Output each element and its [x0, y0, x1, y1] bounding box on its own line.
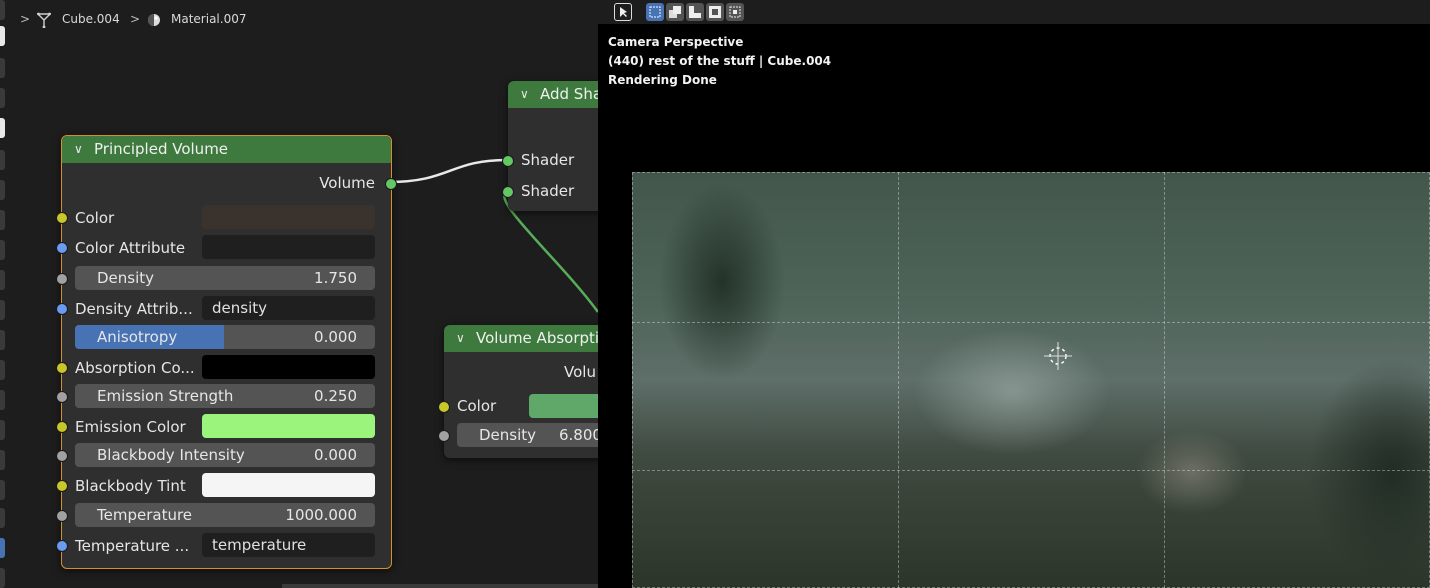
shader-input-label: Shader: [521, 182, 575, 200]
select-subtract-icon: [689, 6, 701, 18]
input-socket-density[interactable]: [438, 430, 450, 442]
node-header[interactable]: ∨ Add Sha: [508, 81, 598, 108]
temperature-slider[interactable]: Temperature 1000.000: [75, 503, 375, 527]
select-mode-extend-button[interactable]: [666, 3, 684, 21]
select-mode-invert-button[interactable]: [706, 3, 724, 21]
density-slider[interactable]: Density 1.750: [75, 266, 375, 290]
anisotropy-label: Anisotropy: [97, 328, 178, 346]
select-mode-new-button[interactable]: [646, 3, 664, 21]
chevron-down-icon[interactable]: ∨: [520, 81, 529, 108]
select-tool-button[interactable]: [614, 3, 632, 21]
node-title: Principled Volume: [94, 140, 229, 158]
emission-color-label: Emission Color: [75, 418, 186, 436]
temperature-attribute-field[interactable]: temperature: [202, 533, 375, 557]
input-socket-shader-2[interactable]: [502, 186, 514, 198]
input-socket-temperature-attribute[interactable]: [56, 540, 68, 552]
output-socket-volume[interactable]: [385, 178, 397, 190]
shader-input-label: Shader: [521, 151, 575, 169]
select-intersect-icon: [729, 6, 741, 18]
blackbody-intensity-slider[interactable]: Blackbody Intensity 0.000: [75, 443, 375, 467]
density-slider[interactable]: Density 6.800: [457, 423, 598, 447]
node-header[interactable]: ∨ Volume Absorptio: [444, 325, 598, 352]
emission-strength-value: 0.250: [314, 387, 357, 405]
shader-node-editor[interactable]: > Cube.004 > Material.007 ∨ Principled V…: [0, 0, 598, 588]
select-mode-intersect-button[interactable]: [726, 3, 744, 21]
select-invert-icon: [709, 6, 721, 18]
select-mode-subtract-button[interactable]: [686, 3, 704, 21]
absorption-color-label: Absorption Co...: [75, 359, 195, 377]
input-socket-absorption-color[interactable]: [56, 362, 68, 374]
temperature-attribute-label: Temperature ...: [75, 537, 190, 555]
volume-absorption-node[interactable]: ∨ Volume Absorptio Volu Color Density 6.…: [438, 325, 598, 458]
input-socket-blackbody-tint[interactable]: [56, 480, 68, 492]
render-preview-image: [632, 172, 1430, 588]
density-attribute-field[interactable]: density: [202, 296, 375, 320]
input-socket-density-attribute[interactable]: [56, 303, 68, 315]
density-value: 1.750: [314, 269, 357, 287]
absorption-color-swatch[interactable]: [202, 355, 375, 379]
emission-strength-slider[interactable]: Emission Strength 0.250: [75, 384, 375, 408]
input-socket-density[interactable]: [56, 273, 68, 285]
blackbody-tint-label: Blackbody Tint: [75, 477, 186, 495]
density-label: Density: [479, 426, 537, 444]
input-socket-blackbody-intensity[interactable]: [56, 450, 68, 462]
emission-color-swatch[interactable]: [202, 414, 375, 438]
temperature-value: 1000.000: [285, 506, 357, 524]
blackbody-tint-swatch[interactable]: [202, 473, 375, 497]
viewport-frame-info: (440) rest of the stuff | Cube.004: [608, 54, 832, 68]
add-shader-node[interactable]: ∨ Add Sha Shader Shader: [502, 81, 598, 211]
input-socket-emission-strength[interactable]: [56, 391, 68, 403]
3d-viewport[interactable]: Camera Perspective (440) rest of the stu…: [598, 0, 1430, 588]
camera-frame-border: [632, 172, 1430, 588]
color-attribute-field[interactable]: [202, 235, 375, 259]
input-socket-emission-color[interactable]: [56, 421, 68, 433]
color-label: Color: [75, 209, 115, 227]
viewport-camera-label: Camera Perspective: [608, 35, 744, 49]
density-value: 6.800: [559, 426, 598, 444]
absorption-color-swatch[interactable]: [529, 394, 598, 418]
chevron-down-icon[interactable]: ∨: [74, 136, 83, 163]
select-new-icon: [649, 6, 661, 18]
input-socket-color[interactable]: [56, 212, 68, 224]
viewport-render-status: Rendering Done: [608, 73, 717, 87]
horizontal-scrollbar[interactable]: [282, 584, 598, 588]
input-socket-temperature[interactable]: [56, 510, 68, 522]
viewport-header: [598, 0, 1430, 24]
density-attribute-label: Density Attrib...: [75, 300, 193, 318]
input-socket-color-attribute[interactable]: [56, 242, 68, 254]
anisotropy-slider[interactable]: Anisotropy 0.000: [75, 325, 375, 349]
3d-cursor-icon[interactable]: [1044, 342, 1072, 370]
output-volume-label: Volu: [564, 363, 596, 381]
node-title: Add Sha: [540, 85, 598, 103]
input-socket-color[interactable]: [438, 401, 450, 413]
emission-strength-label: Emission Strength: [97, 387, 234, 405]
node-title: Volume Absorptio: [476, 329, 598, 347]
input-socket-shader-1[interactable]: [502, 155, 514, 167]
temperature-label: Temperature: [97, 506, 193, 524]
anisotropy-value: 0.000: [314, 328, 357, 346]
select-extend-icon: [669, 6, 681, 18]
color-attribute-label: Color Attribute: [75, 239, 186, 257]
output-volume-label: Volume: [319, 174, 375, 192]
node-header[interactable]: ∨ Principled Volume: [62, 136, 391, 163]
blackbody-intensity-label: Blackbody Intensity: [97, 446, 245, 464]
chevron-down-icon[interactable]: ∨: [456, 325, 465, 352]
color-label: Color: [457, 397, 497, 415]
density-label: Density: [97, 269, 155, 287]
blackbody-intensity-value: 0.000: [314, 446, 357, 464]
principled-volume-node[interactable]: ∨ Principled Volume Volume Color Color A…: [56, 135, 397, 569]
color-swatch[interactable]: [202, 205, 375, 229]
cursor-icon: [620, 7, 627, 17]
